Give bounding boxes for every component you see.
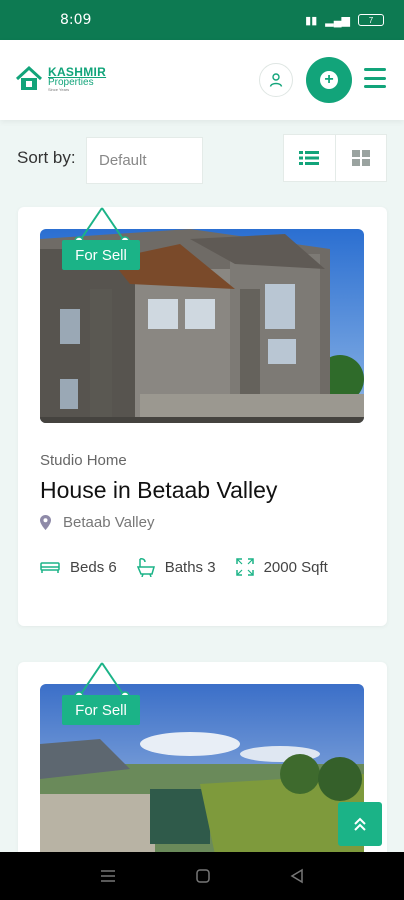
location-pin-icon (40, 515, 51, 530)
user-icon (269, 73, 283, 87)
property-title[interactable]: House in Betaab Valley (40, 477, 277, 504)
chevrons-up-icon (354, 817, 366, 831)
recents-icon[interactable] (100, 869, 116, 883)
logo-tagline: Since Years (48, 87, 70, 92)
bath-icon (136, 558, 155, 577)
area-icon (235, 558, 254, 576)
signal-strength-icon: ▂▄▆ (325, 14, 350, 27)
status-time: 8:09 (60, 12, 92, 28)
status-tag: For Sell (62, 695, 140, 725)
system-nav-bar (0, 852, 404, 900)
scroll-to-top-button[interactable] (338, 802, 382, 846)
property-location: Betaab Valley (40, 514, 154, 531)
area-text: 2000 Sqft (263, 558, 328, 576)
battery-icon: 7 (358, 14, 384, 26)
property-type: Studio Home (40, 452, 127, 469)
view-toggle (283, 134, 387, 182)
status-bar: 8:09 ▮▮ ▂▄▆ 7 (0, 0, 404, 40)
tag-hanger: For Sell (62, 206, 142, 276)
house-logo-icon (15, 65, 43, 90)
logo[interactable]: KASHMIR Properties Since Years (14, 64, 106, 94)
account-button[interactable] (259, 63, 293, 97)
area-feature: 2000 Sqft (235, 558, 328, 576)
beds-feature: Beds 6 (40, 559, 117, 576)
baths-text: Baths 3 (164, 558, 216, 576)
baths-feature: Baths 3 (136, 557, 216, 577)
menu-button[interactable] (364, 68, 386, 88)
list-view-icon (299, 151, 320, 165)
menu-icon (364, 68, 386, 71)
status-tag: For Sell (62, 240, 140, 270)
grid-view-icon (351, 150, 370, 166)
list-view-button[interactable] (284, 135, 335, 181)
beds-text: Beds 6 (70, 558, 117, 576)
back-icon[interactable] (290, 868, 304, 884)
plus-icon: + (320, 71, 338, 89)
battery-level: 7 (368, 15, 374, 25)
bed-icon (40, 562, 60, 573)
sort-select[interactable]: Default (86, 137, 203, 184)
add-property-button[interactable]: + (306, 57, 352, 103)
tag-hanger: For Sell (62, 661, 142, 731)
property-card[interactable]: For Sell Studio Home House in Betaab Val… (18, 207, 387, 626)
home-icon[interactable] (195, 868, 211, 884)
sort-label: Sort by: (17, 148, 76, 167)
property-features: Beds 6 Baths 3 2000 Sqft (40, 557, 348, 577)
app-header: KASHMIR Properties Since Years + (0, 40, 404, 120)
status-icons: ▮▮ ▂▄▆ 7 (305, 14, 384, 27)
location-text: Betaab Valley (63, 514, 155, 531)
signal-icon: ▮▮ (305, 14, 318, 27)
grid-view-button[interactable] (334, 135, 386, 181)
